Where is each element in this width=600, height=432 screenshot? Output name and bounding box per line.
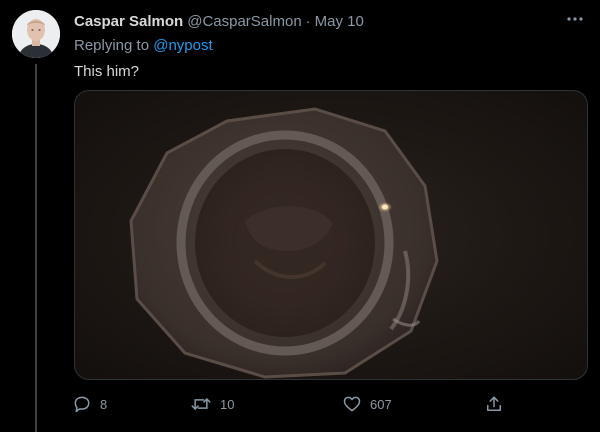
reply-icon — [74, 396, 90, 413]
thread-line — [35, 64, 37, 432]
more-options-button[interactable] — [564, 10, 586, 28]
like-count: 607 — [370, 396, 392, 412]
reply-count: 8 — [100, 396, 108, 412]
share-icon — [487, 396, 501, 411]
retweet-count: 10 — [220, 396, 235, 412]
heart-icon — [343, 396, 361, 412]
tweet-header: Caspar Salmon @CasparSalmon · May 10 — [74, 12, 560, 32]
avatar-photo — [12, 10, 60, 58]
author-handle[interactable]: @CasparSalmon — [187, 12, 301, 32]
reply-context-prefix: Replying to — [74, 37, 150, 54]
plate-photo — [75, 91, 587, 379]
like-button[interactable]: 607 — [342, 392, 392, 416]
reply-mention-link[interactable]: @nypost — [153, 37, 212, 54]
share-button[interactable] — [484, 392, 504, 416]
reply-button[interactable]: 8 — [72, 392, 107, 416]
tweet-timestamp[interactable]: May 10 — [315, 12, 364, 32]
header-separator: · — [305, 13, 311, 30]
avatar[interactable] — [12, 10, 60, 58]
retweet-icon — [191, 398, 211, 410]
reply-context: Replying to @nypost — [74, 36, 213, 56]
author-display-name[interactable]: Caspar Salmon — [74, 12, 183, 32]
tweet-action-bar: 8 10 607 — [72, 392, 512, 416]
tweet-media-photo[interactable] — [74, 90, 588, 380]
retweet-button[interactable]: 10 — [190, 392, 234, 416]
tweet-text: This him? — [74, 63, 140, 80]
more-horizontal-icon — [567, 17, 583, 21]
